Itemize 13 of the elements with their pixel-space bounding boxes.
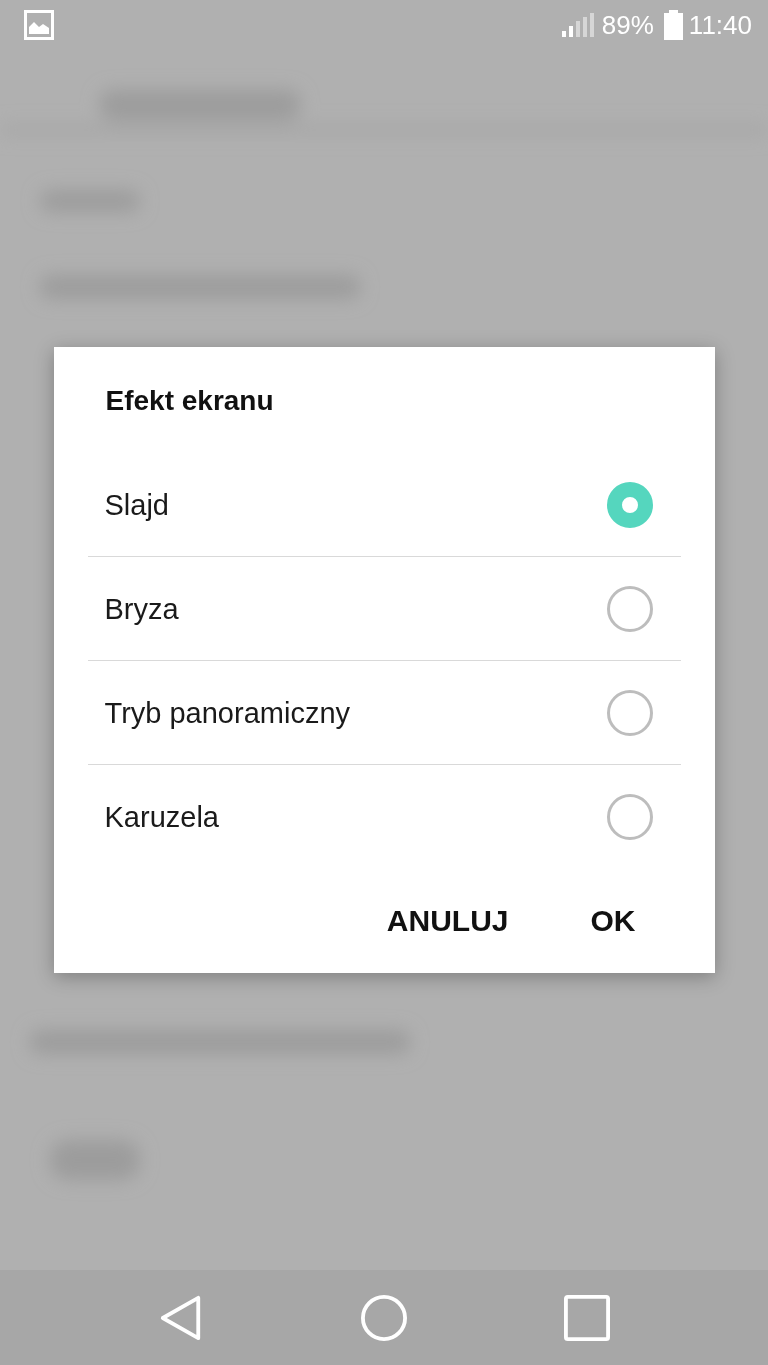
- dialog-title: Efekt ekranu: [104, 384, 275, 418]
- option-label: Tryb panoramiczny: [104, 695, 350, 731]
- option-label: Slajd: [104, 487, 169, 523]
- signal-icon: [561, 13, 594, 37]
- battery-percentage: 89%: [601, 10, 654, 40]
- option-label: Bryza: [104, 591, 179, 627]
- clock-time: 11:40: [688, 10, 752, 40]
- battery-icon: [663, 10, 683, 40]
- radio-button[interactable]: [606, 794, 653, 840]
- option-label: Karuzela: [104, 800, 219, 835]
- image-notification-icon: [24, 10, 54, 40]
- home-icon[interactable]: [361, 1294, 407, 1341]
- recent-apps-icon[interactable]: [564, 1294, 610, 1341]
